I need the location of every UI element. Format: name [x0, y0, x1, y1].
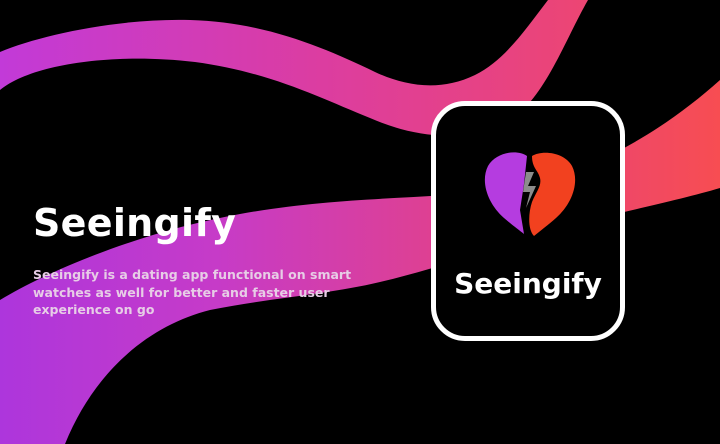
heart-logo-icon	[484, 152, 576, 236]
hero-title: Seeingify	[33, 201, 237, 245]
hero-description: Seeingify is a dating app functional on …	[33, 267, 352, 317]
watch-app-name: Seeingify	[454, 267, 602, 300]
artboard: Seeingify Seeingify is a dating app func…	[0, 0, 720, 444]
